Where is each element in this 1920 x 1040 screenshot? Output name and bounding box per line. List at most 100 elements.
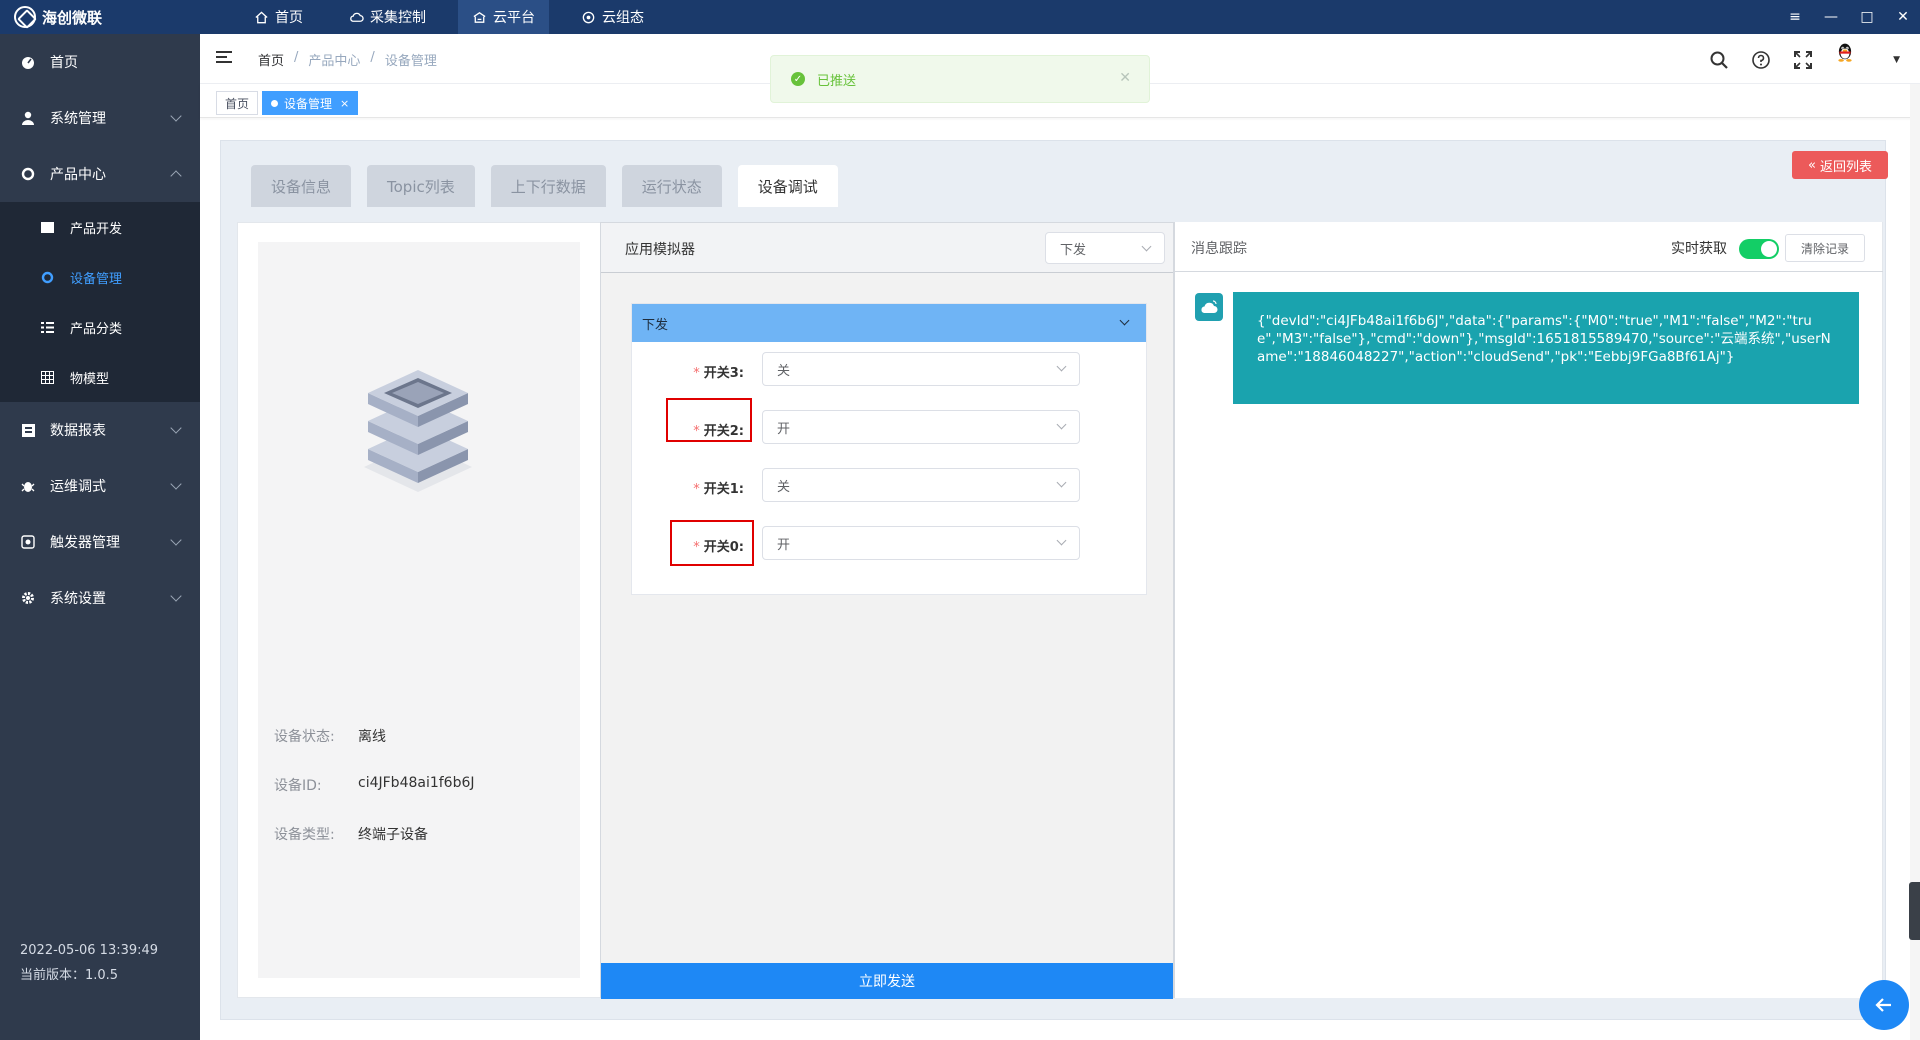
tab-run-status[interactable]: 运行状态 [621, 165, 722, 207]
chevron-down-icon [1056, 535, 1067, 546]
tag-home[interactable]: 首页 [216, 91, 259, 115]
downlink-collapse-header[interactable]: 下发 [632, 304, 1146, 342]
device-id-label: 设备ID: [274, 778, 322, 794]
help-icon[interactable] [1751, 50, 1771, 70]
switch1-select[interactable]: 关 [762, 468, 1080, 502]
double-chevron-left-icon: « [1808, 157, 1816, 173]
sidebar-item-home[interactable]: 首页 [0, 34, 200, 90]
chevron-down-icon [170, 534, 182, 546]
sidebar-item-system-settings[interactable]: 系统设置 [0, 570, 200, 626]
sidebar-subitem-device-management[interactable]: 设备管理 [0, 252, 200, 302]
send-now-button[interactable]: 立即发送 [601, 963, 1173, 999]
server-device-icon [364, 370, 472, 492]
trigger-icon [20, 534, 36, 550]
back-to-list-button[interactable]: « 返回列表 [1792, 151, 1888, 179]
user-avatar[interactable] [1835, 42, 1871, 78]
product-icon [20, 166, 36, 182]
breadcrumb-product-center: 产品中心 [308, 54, 361, 69]
topnav-cloud-platform-label: 云平台 [493, 10, 535, 26]
sidebar-item-label: 运维调式 [50, 479, 106, 495]
switch0-label-text: 开关0: [703, 540, 744, 555]
folder-icon [40, 220, 54, 234]
topnav-cloud-config[interactable]: 云组态 [567, 0, 658, 34]
avatar-dropdown-icon[interactable]: ▼ [1893, 55, 1900, 65]
sidebar-subitem-product-category[interactable]: 产品分类 [0, 302, 200, 352]
window-minimize-button[interactable]: — [1824, 9, 1838, 25]
chevron-down-icon [1119, 315, 1130, 326]
sidebar-footer: 2022-05-06 13:39:49 当前版本：1.0.5 [20, 938, 158, 988]
switch0-select[interactable]: 开 [762, 526, 1080, 560]
cloud-platform-icon [473, 11, 486, 23]
device-type-value: 终端子设备 [358, 827, 428, 843]
sidebar-subitem-thing-model[interactable]: 物模型 [0, 352, 200, 402]
downlink-collapse: 下发 * 开关3: 关 * 开关2: 开 * 开关1: 关 * 开关0: 开 [631, 303, 1147, 595]
window-controls: ≡ — □ ✕ [1788, 0, 1910, 34]
breadcrumb-home[interactable]: 首页 [258, 50, 284, 69]
breadcrumb-separator: / [370, 50, 375, 65]
chevron-down-icon [170, 590, 182, 602]
device-type-row: 设备类型: 终端子设备 [274, 824, 428, 844]
sidebar-item-trigger-management[interactable]: 触发器管理 [0, 514, 200, 570]
sidebar-subitem-product-dev[interactable]: 产品开发 [0, 202, 200, 252]
topnav-home[interactable]: 首页 [240, 0, 317, 34]
window-maximize-button[interactable]: □ [1860, 9, 1874, 25]
window-close-button[interactable]: ✕ [1896, 9, 1910, 25]
sidebar-subitem-label: 设备管理 [70, 271, 123, 287]
sidebar-item-label: 触发器管理 [50, 535, 120, 551]
device-id-value: ci4JFb48ai1f6b6J [358, 775, 475, 791]
topnav-collect-control[interactable]: 采集控制 [335, 0, 440, 34]
window-menu-button[interactable]: ≡ [1788, 9, 1802, 25]
switch3-row: * 开关3: 关 [632, 352, 1146, 390]
chevron-down-icon [170, 110, 182, 122]
clear-records-button[interactable]: 清除记录 [1785, 234, 1865, 262]
search-icon[interactable] [1709, 50, 1729, 70]
chevron-down-icon [170, 422, 182, 434]
direction-select[interactable]: 下发 [1045, 232, 1165, 264]
realtime-toggle[interactable] [1739, 239, 1779, 259]
tag-device-management[interactable]: 设备管理 × [262, 91, 359, 115]
cloud-message-icon [1195, 293, 1223, 321]
back-float-button[interactable] [1859, 980, 1909, 1030]
sidebar-item-label: 产品中心 [50, 167, 106, 183]
tab-updown-data[interactable]: 上下行数据 [490, 165, 606, 207]
side-handle[interactable] [1909, 882, 1920, 940]
sidebar-item-label: 数据报表 [50, 423, 106, 439]
product-center-submenu: 产品开发 设备管理 产品分类 物模型 [0, 202, 200, 402]
tag-active-label: 设备管理 [284, 96, 333, 111]
topnav-cloud-platform[interactable]: 云平台 [458, 0, 549, 34]
device-id-row: 设备ID: ci4JFb48ai1f6b6J [274, 775, 475, 795]
sidebar-subitem-label: 产品开发 [70, 221, 123, 237]
bug-icon [20, 478, 36, 494]
app-logo[interactable]: 海创微联 [14, 0, 102, 34]
switch2-label-text: 开关2: [703, 424, 744, 439]
breadcrumb: 首页 / 产品中心 / 设备管理 [258, 50, 437, 69]
topnav-collect-control-label: 采集控制 [370, 10, 426, 26]
app-logo-text: 海创微联 [42, 8, 103, 27]
sidebar-item-product-center[interactable]: 产品中心 [0, 146, 200, 202]
arrow-left-icon [1875, 998, 1891, 1012]
simulator-title: 应用模拟器 [625, 242, 695, 258]
report-icon [20, 422, 36, 438]
sidebar-subitem-label: 产品分类 [70, 321, 123, 337]
tag-home-label: 首页 [225, 96, 250, 111]
topnav-cloud-config-label: 云组态 [602, 10, 644, 26]
menu-toggle-icon[interactable] [216, 51, 232, 65]
device-type-label: 设备类型: [274, 827, 335, 843]
tag-close-icon[interactable]: × [340, 97, 349, 110]
sidebar-item-data-report[interactable]: 数据报表 [0, 402, 200, 458]
tab-topic-list[interactable]: Topic列表 [367, 165, 475, 207]
toast-close-icon[interactable]: ✕ [1119, 70, 1131, 86]
fullscreen-icon[interactable] [1793, 50, 1813, 70]
home-icon [255, 10, 268, 23]
tab-device-info[interactable]: 设备信息 [251, 165, 352, 207]
logo-icon [14, 6, 36, 28]
required-mark: * [693, 366, 700, 381]
message-trace-panel: 消息跟踪 实时获取 清除记录 {"devId":"ci4JFb48ai1f6b6… [1174, 222, 1883, 998]
switch0-label: * 开关0: [672, 536, 744, 555]
switch3-select[interactable]: 关 [762, 352, 1080, 386]
sidebar-item-ops-debug[interactable]: 运维调式 [0, 458, 200, 514]
tab-device-debug[interactable]: 设备调试 [737, 165, 838, 207]
switch2-select[interactable]: 开 [762, 410, 1080, 444]
sidebar-item-system-management[interactable]: 系统管理 [0, 90, 200, 146]
top-nav: 首页 采集控制 云平台 云组态 [240, 0, 676, 34]
